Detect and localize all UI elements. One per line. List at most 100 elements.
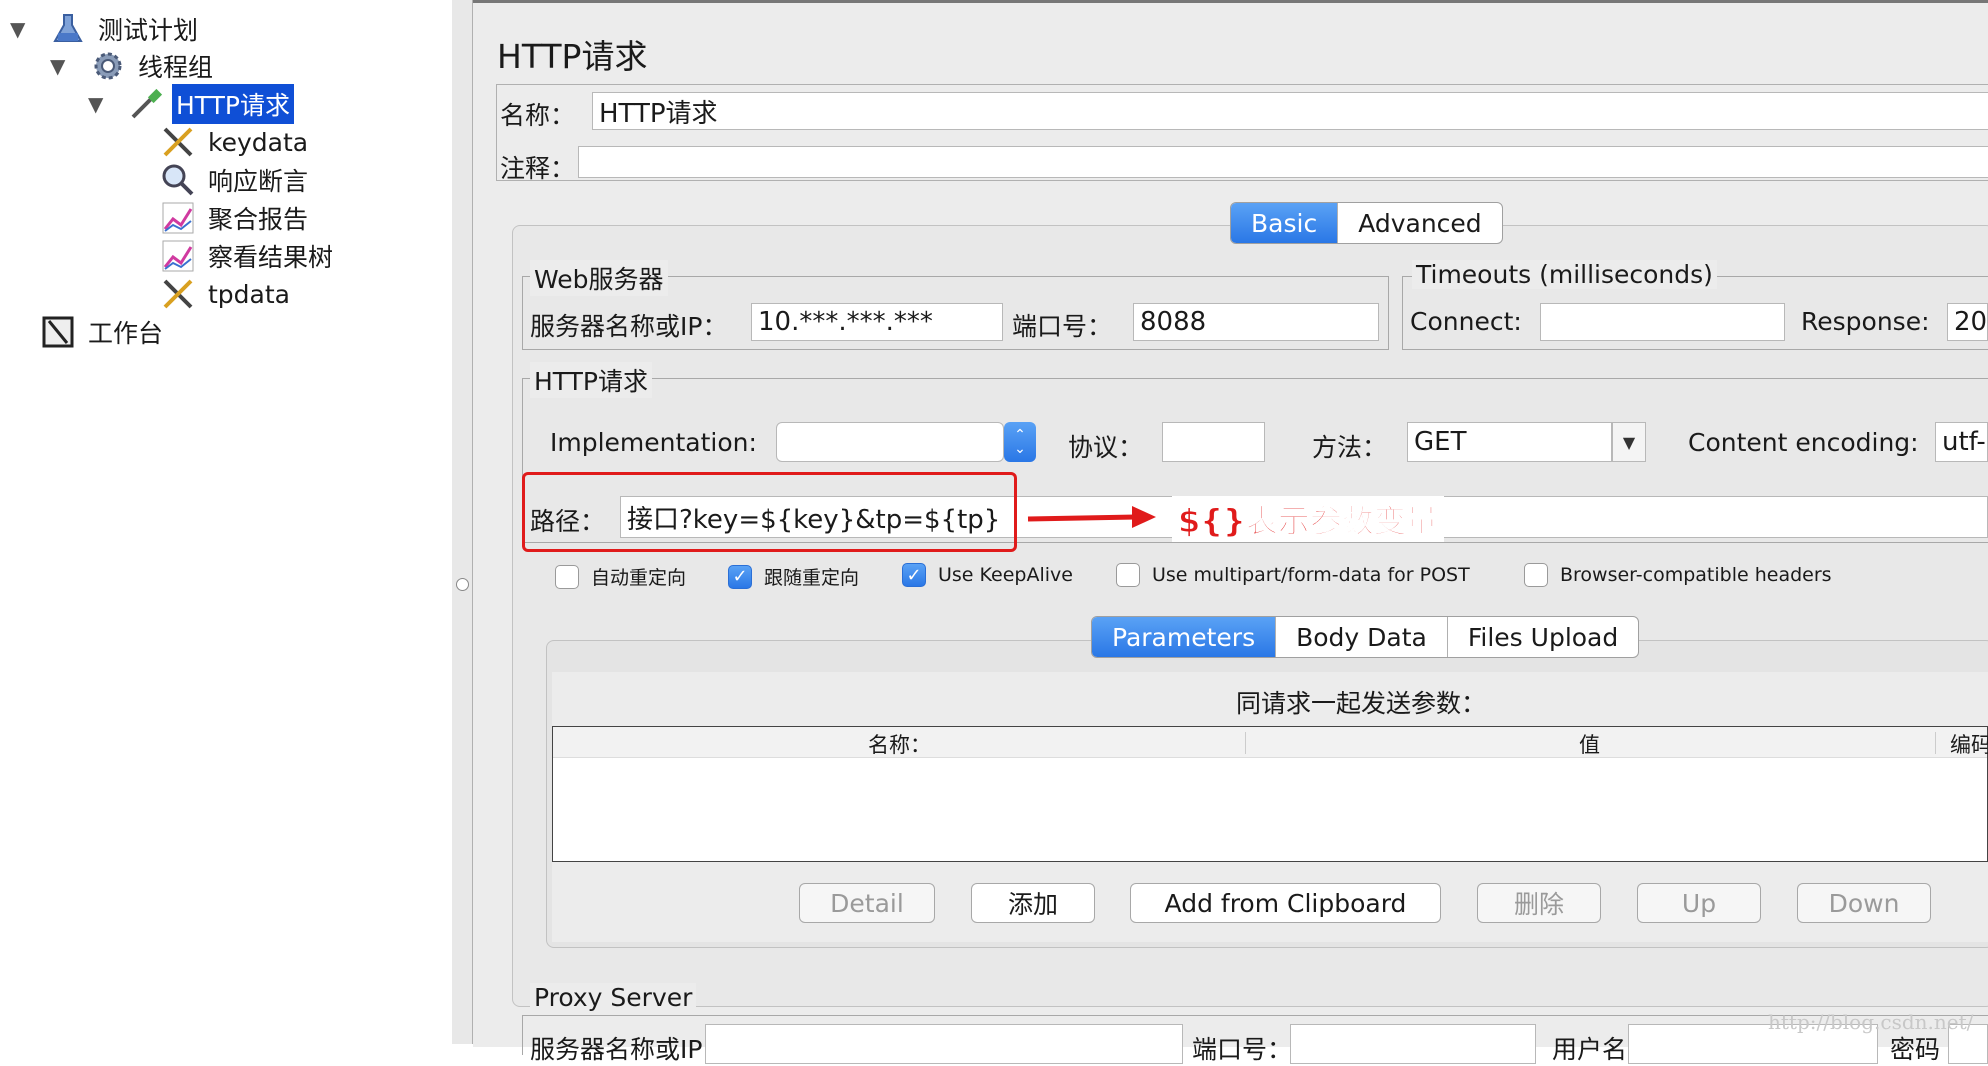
- proxy-pass-label: 密码: [1890, 1035, 1941, 1064]
- name-label: 名称：: [500, 101, 576, 130]
- port-field[interactable]: 8088: [1133, 303, 1379, 341]
- protocol-label: 协议：: [1068, 433, 1144, 462]
- checkbox-browser-headers[interactable]: Browser-compatible headers: [1524, 563, 1832, 587]
- tree-item-http-request[interactable]: ▼ HTTP请求: [88, 84, 294, 124]
- tab-basic[interactable]: Basic: [1231, 203, 1339, 243]
- http-request-title: HTTP请求: [530, 362, 652, 398]
- web-server-title: Web服务器: [530, 260, 668, 296]
- path-highlight-box: [522, 472, 1017, 552]
- comment-label: 注释：: [500, 154, 576, 183]
- column-header-value[interactable]: 值: [1579, 729, 1600, 759]
- tree-item-test-plan[interactable]: ▼ 测试计划: [10, 11, 202, 47]
- checkmark-icon[interactable]: ✓: [902, 563, 926, 587]
- watermark: http://blog.csdn.net/: [1768, 1010, 1974, 1034]
- column-header-encode[interactable]: 编码: [1950, 729, 1988, 759]
- tree-item-response-assertion[interactable]: 响应断言: [160, 162, 312, 198]
- proxy-user-label: 用户名: [1552, 1035, 1628, 1064]
- annotation-arrow-icon: [1027, 506, 1156, 528]
- collapse-arrow-icon[interactable]: ▼: [10, 17, 30, 41]
- proxy-server-label: 服务器名称或IP：: [530, 1035, 728, 1064]
- collapse-arrow-icon[interactable]: ▼: [88, 92, 108, 116]
- params-caption: 同请求一起发送参数：: [1236, 689, 1487, 718]
- workbench-icon: [40, 314, 76, 350]
- down-button[interactable]: Down: [1797, 883, 1931, 923]
- tree-label: 聚合报告: [208, 205, 309, 234]
- tree-item-thread-group[interactable]: ▼ 线程组: [50, 48, 217, 84]
- checkbox-label: Use KeepAlive: [938, 564, 1073, 586]
- column-header-name[interactable]: 名称：: [868, 729, 931, 759]
- encoding-label: Content encoding:: [1688, 428, 1919, 457]
- select-stepper-icon[interactable]: ⌃ ⌄: [1004, 422, 1036, 462]
- checkbox-label: 自动重定向: [591, 567, 687, 589]
- splitter-grip-icon[interactable]: [456, 578, 469, 591]
- up-button[interactable]: Up: [1637, 883, 1761, 923]
- collapse-arrow-icon[interactable]: ▼: [50, 54, 70, 78]
- tab-advanced[interactable]: Advanced: [1338, 203, 1502, 243]
- tree-item-view-results-tree[interactable]: 察看结果树: [160, 238, 337, 274]
- method-label: 方法：: [1312, 433, 1388, 462]
- name-field[interactable]: HTTP请求: [592, 92, 1988, 130]
- tree-label: 响应断言: [208, 167, 309, 196]
- checkbox-label: Browser-compatible headers: [1560, 564, 1832, 586]
- checkmark-icon[interactable]: ✓: [728, 564, 752, 589]
- connect-label: Connect:: [1410, 307, 1522, 336]
- params-table-header: [553, 727, 1987, 758]
- timeouts-title: Timeouts (milliseconds): [1412, 260, 1717, 289]
- add-button[interactable]: 添加: [971, 883, 1095, 923]
- chevron-down-icon[interactable]: ▼: [1612, 422, 1646, 462]
- proxy-server-title: Proxy Server: [530, 983, 697, 1012]
- implementation-select[interactable]: [776, 422, 1004, 462]
- tree-label: 测试计划: [98, 16, 199, 45]
- annotation-text: ${}表示参数变量: [1172, 496, 1444, 542]
- basic-advanced-tabs: Basic Advanced: [1230, 202, 1503, 244]
- checkbox-keepalive[interactable]: ✓ Use KeepAlive: [902, 563, 1073, 587]
- tools-icon: [160, 276, 196, 312]
- column-divider: [1245, 732, 1246, 754]
- tab-files-upload[interactable]: Files Upload: [1448, 617, 1638, 657]
- checkbox-follow-redirect[interactable]: ✓ 跟随重定向: [728, 563, 859, 590]
- chart-icon: [160, 238, 196, 274]
- tab-parameters[interactable]: Parameters: [1092, 617, 1277, 657]
- comment-field[interactable]: [578, 146, 1988, 178]
- page-title: HTTP请求: [497, 37, 648, 76]
- tree-item-aggregate-report[interactable]: 聚合报告: [160, 200, 312, 236]
- tree-label: 线程组: [138, 53, 214, 82]
- tree-label: keydata: [208, 127, 309, 157]
- tree-label: HTTP请求: [172, 84, 294, 124]
- gear-icon: [90, 48, 126, 84]
- tree-item-workbench[interactable]: 工作台: [40, 314, 167, 350]
- parameter-tabs: Parameters Body Data Files Upload: [1091, 616, 1640, 658]
- tools-icon: [160, 124, 196, 160]
- tree-label: 察看结果树: [208, 243, 334, 272]
- tree-label: 工作台: [88, 319, 164, 348]
- tab-body-data[interactable]: Body Data: [1276, 617, 1448, 657]
- method-select[interactable]: GET: [1407, 422, 1612, 462]
- checkbox-box[interactable]: [555, 564, 579, 589]
- checkbox-label: Use multipart/form-data for POST: [1152, 564, 1470, 586]
- splitter-handle[interactable]: [452, 0, 473, 1044]
- checkbox-label: 跟随重定向: [764, 567, 860, 589]
- response-field[interactable]: 20: [1947, 303, 1988, 341]
- tree-item-keydata[interactable]: keydata: [160, 124, 312, 160]
- tree-item-tpdata[interactable]: tpdata: [160, 276, 294, 312]
- connect-field[interactable]: [1540, 303, 1785, 341]
- server-label: 服务器名称或IP：: [530, 312, 728, 341]
- proxy-port-field[interactable]: [1290, 1024, 1536, 1064]
- implementation-label: Implementation:: [550, 428, 757, 457]
- detail-button[interactable]: Detail: [799, 883, 935, 923]
- checkbox-box[interactable]: [1116, 563, 1140, 587]
- pipette-icon: [128, 86, 164, 122]
- add-from-clipboard-button[interactable]: Add from Clipboard: [1130, 883, 1441, 923]
- delete-button[interactable]: 删除: [1477, 883, 1601, 923]
- checkbox-multipart[interactable]: Use multipart/form-data for POST: [1116, 563, 1470, 587]
- chart-icon: [160, 200, 196, 236]
- proxy-port-label: 端口号：: [1192, 1035, 1293, 1064]
- checkbox-auto-redirect[interactable]: 自动重定向: [555, 563, 686, 590]
- encoding-field[interactable]: utf-: [1935, 422, 1988, 462]
- magnifier-icon: [160, 162, 196, 198]
- server-field[interactable]: 10.***.***.***: [751, 303, 1003, 341]
- column-divider: [1935, 732, 1936, 754]
- protocol-field[interactable]: [1162, 422, 1265, 462]
- proxy-server-field[interactable]: [705, 1024, 1183, 1064]
- checkbox-box[interactable]: [1524, 563, 1548, 587]
